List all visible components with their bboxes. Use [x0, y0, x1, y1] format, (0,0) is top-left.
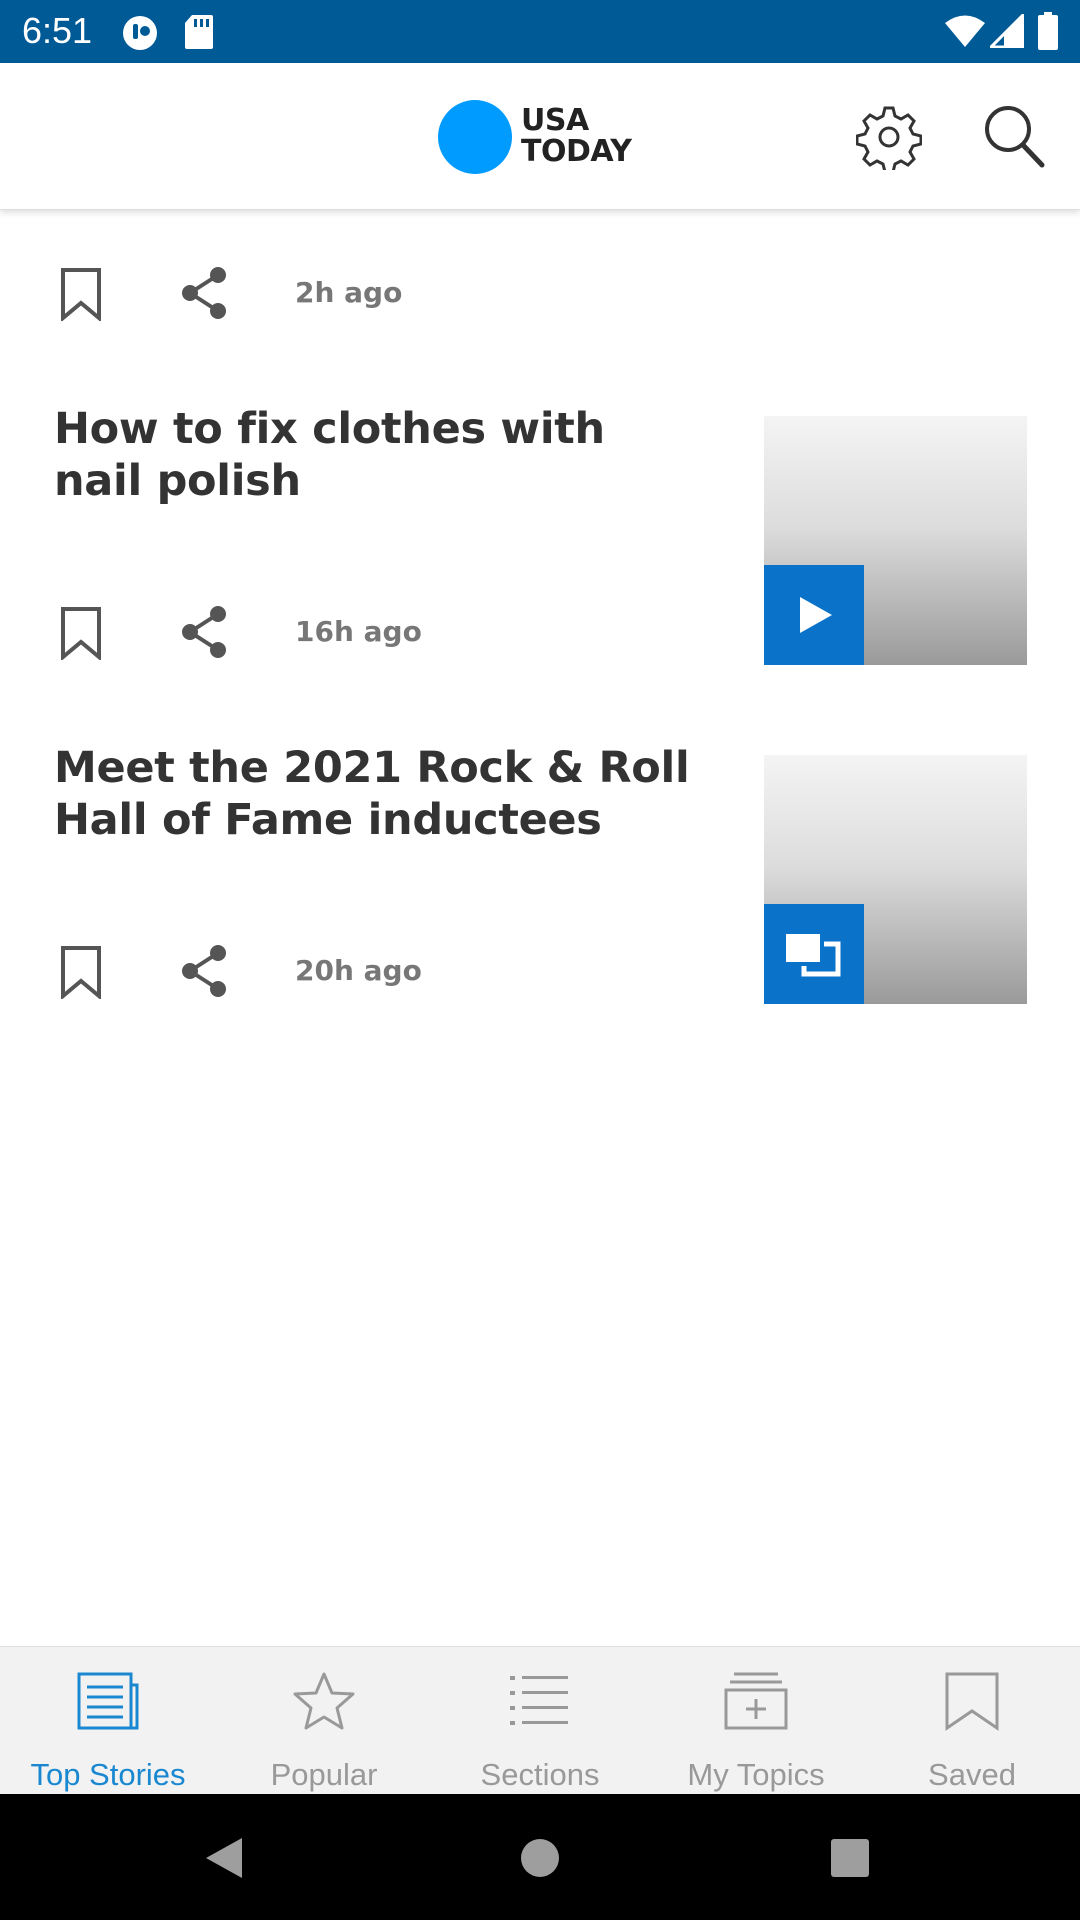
nav-label: Top Stories	[30, 1757, 186, 1792]
newspaper-icon	[77, 1672, 139, 1730]
home-icon[interactable]	[520, 1838, 560, 1878]
story-headline[interactable]: Meet the 2021 Rock & Roll Hall of Fame i…	[54, 742, 694, 846]
story-feed[interactable]: 2h ago How to fix clothes with nail poli…	[0, 210, 1080, 1646]
story-thumbnail[interactable]	[764, 416, 1027, 665]
battery-icon	[1038, 12, 1058, 50]
nav-saved[interactable]: Saved	[864, 1647, 1080, 1795]
recents-icon[interactable]	[830, 1838, 870, 1878]
topics-icon	[724, 1672, 788, 1730]
status-time: 6:51	[22, 10, 93, 51]
logo-line-1: USA	[521, 103, 589, 138]
bottom-navigation: Top Stories Popular Sections My Topics S…	[0, 1646, 1080, 1794]
story-actions-row: 16h ago	[54, 598, 654, 668]
app-notification-icon	[123, 16, 157, 50]
bookmark-icon[interactable]	[60, 606, 102, 660]
nav-sections[interactable]: Sections	[432, 1647, 648, 1795]
system-navigation-bar	[0, 1794, 1080, 1920]
share-icon[interactable]	[178, 265, 230, 321]
story-timestamp: 16h ago	[295, 615, 422, 648]
video-badge	[764, 565, 864, 665]
back-icon[interactable]	[204, 1836, 244, 1880]
app-header: USA TODAY	[0, 63, 1080, 210]
gallery-icon	[786, 934, 841, 977]
story-thumbnail[interactable]	[764, 755, 1027, 1004]
nav-label: My Topics	[687, 1757, 825, 1792]
usa-today-logo-text: USA TODAY	[521, 103, 632, 169]
bookmark-icon	[945, 1672, 999, 1731]
nav-label: Popular	[270, 1757, 378, 1792]
bookmark-icon[interactable]	[60, 945, 102, 999]
cellular-signal-icon	[990, 14, 1024, 48]
story-headline[interactable]: How to fix clothes with nail polish	[54, 403, 694, 507]
nav-top-stories[interactable]: Top Stories	[0, 1647, 216, 1795]
story-actions-row: 20h ago	[54, 937, 654, 1007]
share-icon[interactable]	[178, 943, 230, 999]
star-icon	[293, 1672, 355, 1730]
story-timestamp: 20h ago	[295, 954, 422, 987]
story-timestamp: 2h ago	[295, 276, 403, 309]
play-icon	[800, 597, 832, 633]
gallery-badge	[764, 904, 864, 1004]
logo-line-2: TODAY	[521, 134, 632, 169]
list-icon	[510, 1676, 568, 1725]
share-icon[interactable]	[178, 604, 230, 660]
nav-label: Sections	[480, 1757, 600, 1792]
status-bar: 6:51	[0, 0, 1080, 63]
sd-card-icon	[185, 15, 213, 49]
nav-label: Saved	[928, 1757, 1016, 1792]
nav-popular[interactable]: Popular	[216, 1647, 432, 1795]
nav-my-topics[interactable]: My Topics	[648, 1647, 864, 1795]
search-icon[interactable]	[982, 103, 1046, 169]
story-actions-row: 2h ago	[54, 259, 654, 329]
wifi-icon	[945, 15, 985, 47]
settings-gear-icon[interactable]	[856, 104, 922, 170]
usa-today-logo-icon	[438, 100, 512, 174]
bookmark-icon[interactable]	[60, 267, 102, 321]
